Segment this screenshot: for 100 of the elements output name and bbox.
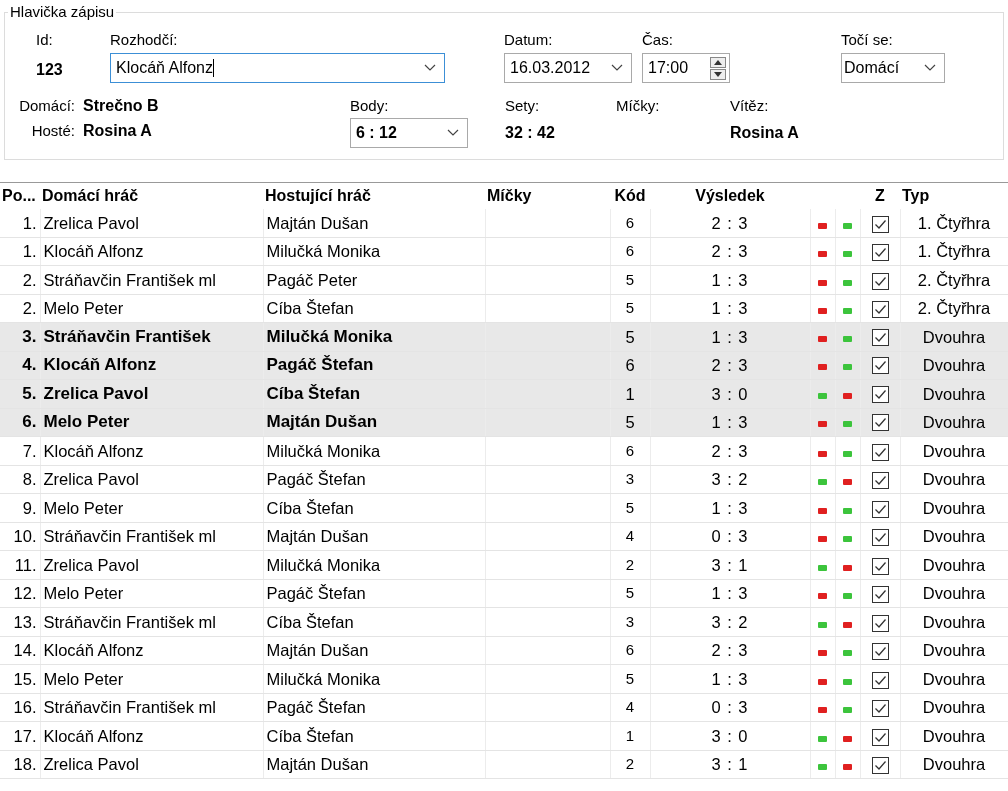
sets-label: Sety:: [505, 97, 541, 114]
table-row[interactable]: 17. Klocáň Alfonz Cíba Štefan 1 3 : 0 Dvouhra: [0, 721, 1008, 750]
date-picker[interactable]: 16.03.2012: [504, 53, 632, 83]
table-cell: Dvouhra: [900, 522, 1008, 551]
table-cell: Dvouhra: [900, 408, 1008, 437]
checkbox[interactable]: [871, 244, 889, 262]
table-cell: Dvouhra: [900, 636, 1008, 665]
table-cell: Milučká Monika: [263, 664, 485, 693]
table-cell: Zrelica Pavol: [40, 209, 263, 237]
table-row[interactable]: 10. Stráňavčin František ml Majtán Dušan 4 0 : 3 Dvouhra: [0, 522, 1008, 551]
column-header[interactable]: Domácí hráč: [40, 182, 263, 209]
table-row[interactable]: 1. Klocáň Alfonz Milučká Monika 6 2 : 3 1. Čtyřhra: [0, 237, 1008, 266]
table-cell: Pagáč Štefan: [263, 465, 485, 494]
checkbox[interactable]: [871, 472, 889, 490]
table-cell: 3 : 1: [650, 750, 810, 779]
table-cell: Zrelica Pavol: [40, 465, 263, 494]
checkbox[interactable]: [871, 357, 889, 375]
table-row[interactable]: 1. Zrelica Pavol Majtán Dušan 6 2 : 3 1. Čtyřhra: [0, 209, 1008, 237]
table-row[interactable]: 3. Stráňavčin František Milučká Monika 5 1 : 3 Dvouhra: [0, 322, 1008, 351]
table-cell: Dvouhra: [900, 607, 1008, 636]
table-row[interactable]: 9. Melo Peter Cíba Štefan 5 1 : 3 Dvouhra: [0, 493, 1008, 522]
table-cell: Dvouhra: [900, 550, 1008, 579]
checkbox[interactable]: [871, 529, 889, 547]
table-cell: 5: [610, 493, 650, 522]
referee-combo[interactable]: Klocáň Alfonz: [110, 53, 445, 83]
table-row[interactable]: 6. Melo Peter Majtán Dušan 5 1 : 3 Dvouhra: [0, 408, 1008, 437]
table-cell: Cíba Štefan: [263, 294, 485, 323]
column-header[interactable]: Z: [860, 182, 900, 209]
table-row[interactable]: 2. Melo Peter Cíba Štefan 5 1 : 3 2. Čtyřhra: [0, 294, 1008, 323]
table-row[interactable]: 12. Melo Peter Pagáč Štefan 5 1 : 3 Dvouhra: [0, 579, 1008, 608]
table-cell: 5: [610, 579, 650, 608]
table-row[interactable]: 4. Klocáň Alfonz Pagáč Štefan 6 2 : 3 Dvouhra: [0, 351, 1008, 380]
column-header[interactable]: Typ: [900, 182, 1008, 209]
checkbox[interactable]: [871, 328, 889, 346]
table-cell: 6: [610, 237, 650, 266]
points-combo[interactable]: 6 : 12: [350, 118, 468, 148]
spin-arrows-icon[interactable]: [710, 56, 726, 80]
table-row[interactable]: 15. Melo Peter Milučká Monika 5 1 : 3 Dvouhra: [0, 664, 1008, 693]
table-cell: 6: [610, 636, 650, 665]
table-row[interactable]: 16. Stráňavčin František ml Pagáč Štefan 4 0 : 3 Dvouhra: [0, 693, 1008, 722]
table-row[interactable]: 8. Zrelica Pavol Pagáč Štefan 3 3 : 2 Dvouhra: [0, 465, 1008, 494]
table-row[interactable]: 7. Klocáň Alfonz Milučká Monika 6 2 : 3 Dvouhra: [0, 436, 1008, 465]
table-cell: Cíba Štefan: [263, 379, 485, 408]
table-cell: Melo Peter: [40, 579, 263, 608]
group-title: Hlavička zápisu: [8, 3, 117, 20]
table-row[interactable]: 2. Stráňavčin František ml Pagáč Peter 5 1 : 3 2. Čtyřhra: [0, 265, 1008, 294]
checkbox[interactable]: [871, 215, 889, 233]
table-cell: 15.: [0, 664, 40, 693]
checkbox[interactable]: [871, 557, 889, 575]
turn-combo[interactable]: Domácí: [841, 53, 945, 83]
checkbox[interactable]: [871, 586, 889, 604]
table-cell: Cíba Štefan: [263, 493, 485, 522]
table-cell: 6: [610, 436, 650, 465]
table-cell: 5.: [0, 379, 40, 408]
checkbox[interactable]: [871, 414, 889, 432]
table-cell: 1.: [0, 209, 40, 237]
table-cell: Melo Peter: [40, 493, 263, 522]
table-cell: 1 : 3: [650, 265, 810, 294]
column-header[interactable]: Kód: [610, 182, 650, 209]
column-header[interactable]: Výsledek: [650, 182, 810, 209]
checkbox[interactable]: [871, 614, 889, 632]
checkbox[interactable]: [871, 272, 889, 290]
table-cell: Majtán Dušan: [263, 209, 485, 237]
column-header[interactable]: Míčky: [485, 182, 610, 209]
checkbox[interactable]: [871, 700, 889, 718]
table-cell: Pagáč Peter: [263, 265, 485, 294]
table-row[interactable]: 13. Stráňavčin František ml Cíba Štefan 3 3 : 2 Dvouhra: [0, 607, 1008, 636]
table-cell: Stráňavčin František ml: [40, 607, 263, 636]
table-cell: 3.: [0, 322, 40, 351]
table-cell: 2.: [0, 294, 40, 323]
checkbox[interactable]: [871, 500, 889, 518]
table-cell: 2. Čtyřhra: [900, 294, 1008, 323]
table-row[interactable]: 11. Zrelica Pavol Milučká Monika 2 3 : 1 Dvouhra: [0, 550, 1008, 579]
checkbox[interactable]: [871, 643, 889, 661]
table-cell: 1 : 3: [650, 579, 810, 608]
table-cell: 1 : 3: [650, 408, 810, 437]
table-cell: Zrelica Pavol: [40, 379, 263, 408]
table-cell: 1. Čtyřhra: [900, 209, 1008, 237]
checkbox[interactable]: [871, 301, 889, 319]
checkbox[interactable]: [871, 728, 889, 746]
checkbox[interactable]: [871, 757, 889, 775]
checkbox[interactable]: [871, 385, 889, 403]
winner-value: Rosina A: [730, 124, 800, 142]
column-header[interactable]: Hostující hráč: [263, 182, 485, 209]
id-value: 123: [36, 61, 64, 79]
table-cell: 14.: [0, 636, 40, 665]
referee-label: Rozhodčí:: [110, 31, 179, 48]
time-spinner[interactable]: 17:00: [642, 53, 730, 83]
table-cell: 16.: [0, 693, 40, 722]
column-header[interactable]: Po...: [0, 182, 40, 209]
checkbox[interactable]: [871, 671, 889, 689]
table-row[interactable]: 18. Zrelica Pavol Majtán Dušan 2 3 : 1 Dvouhra: [0, 750, 1008, 779]
table-cell: Pagáč Štefan: [263, 351, 485, 380]
table-cell: 3 : 1: [650, 550, 810, 579]
table-cell: Milučká Monika: [263, 550, 485, 579]
table-row[interactable]: 14. Klocáň Alfonz Majtán Dušan 6 2 : 3 Dvouhra: [0, 636, 1008, 665]
table-row[interactable]: 5. Zrelica Pavol Cíba Štefan 1 3 : 0 Dvouhra: [0, 379, 1008, 408]
table-cell: 1 : 3: [650, 294, 810, 323]
checkbox[interactable]: [871, 443, 889, 461]
dropdown-chevron-icon: [424, 64, 436, 72]
